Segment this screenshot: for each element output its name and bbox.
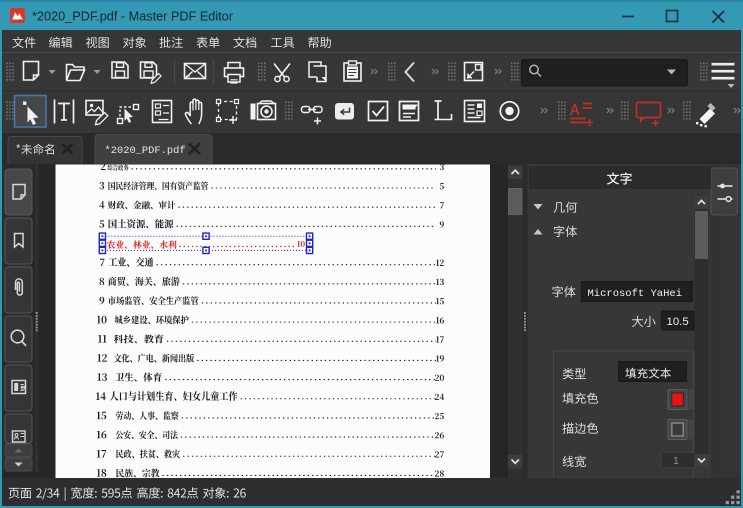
svg-text:10.5: 10.5: [667, 316, 689, 328]
svg-text:1: 1: [673, 455, 679, 467]
svg-text:Microsoft YaHei: Microsoft YaHei: [588, 288, 683, 300]
svg-text:*2020_PDF.pdf: *2020_PDF.pdf: [105, 145, 186, 157]
svg-text:*2020_PDF.pdf - Master PDF Edi: *2020_PDF.pdf - Master PDF Editor: [32, 9, 234, 23]
